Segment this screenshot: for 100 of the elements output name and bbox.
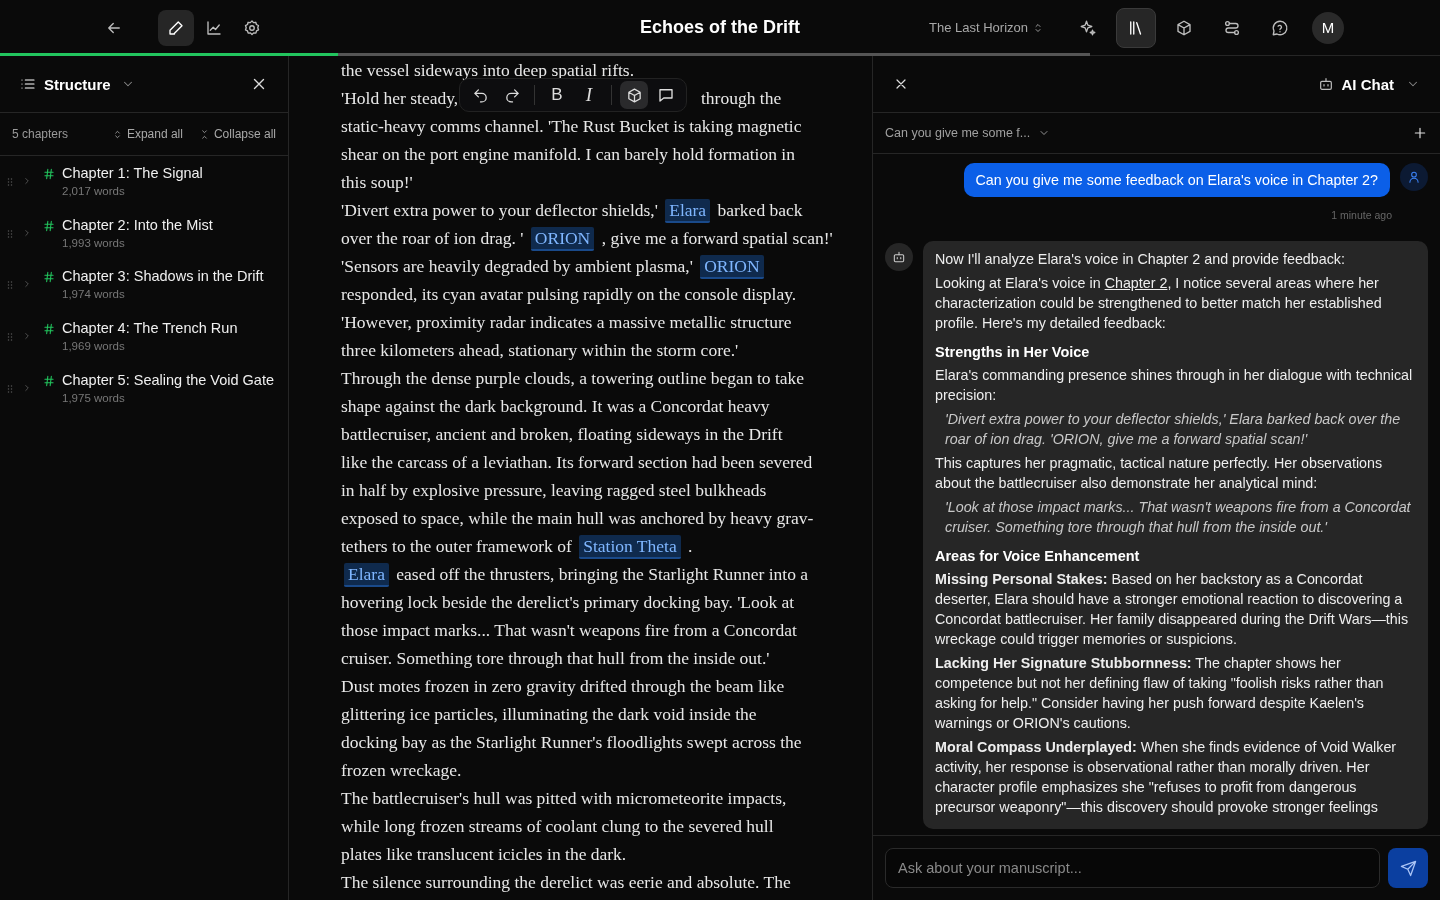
chapter-title[interactable]: Chapter 2: Into the Mist — [62, 216, 213, 233]
sparkle-icon — [1079, 18, 1097, 37]
user-icon — [1407, 170, 1421, 184]
manuscript-text: 'However, proximity radar indicates a massive metallic structure — [341, 312, 792, 332]
speech-bubble-icon — [657, 86, 675, 104]
undo-icon — [471, 86, 489, 104]
chapter-link[interactable]: Chapter 2 — [1104, 275, 1168, 291]
project-selector[interactable]: The Last Horizon — [929, 20, 1044, 35]
manuscript-text: docking bay as the Starlight Runner's floodlights swept across the — [341, 732, 802, 752]
chapter-title[interactable]: Chapter 1: The Signal — [62, 165, 203, 181]
manuscript-text: shear on the port engine manifold. I can barely hold formation in — [341, 144, 795, 164]
manuscript-text: three kilometers ahead, stationary within the storm core.' — [341, 340, 739, 360]
manuscript-text: The silence surrounding the derelict was eerie and absolute. The — [341, 872, 791, 892]
pencil-button[interactable] — [158, 9, 194, 46]
message-text: Missing Personal Stakes: Based on her backstory as a Concordat deserter, Elara should have a stronger emotional reaction to discovering a Concordat battlecruiser. Her family disappeared during the Drift Wars—this wreckage could trigger memories or suspicions. — [935, 570, 1410, 649]
user-avatar[interactable]: M — [1312, 11, 1344, 44]
robot-icon — [892, 250, 906, 264]
italic-button[interactable]: I — [575, 81, 603, 109]
settings-icon — [243, 18, 261, 37]
manuscript-text: hovering lock beside the derelict's primary docking bay. 'Look at — [341, 592, 795, 612]
structure-dropdown[interactable]: Structure — [20, 75, 135, 93]
word-count: 1,969 words — [62, 340, 126, 353]
chat-mode-dropdown[interactable]: AI Chat — [1317, 75, 1420, 93]
manuscript-text: tethers to the outer framework of — [341, 536, 572, 556]
manuscript-text: 'Sensors are heavily degraded by ambient plasma,' — [341, 256, 693, 276]
cube-icon — [1175, 18, 1193, 37]
manuscript-text: while long frozen streams of coolant clung to the severed hull — [341, 816, 774, 836]
message-text: This captures her pragmatic, tactical nature perfectly. Her observations about the battlecruiser also demonstrate her analytical mind: — [935, 454, 1384, 493]
manuscript-text: the vessel sideways into deep spatial rifts. — [341, 60, 635, 80]
hash-icon — [42, 373, 56, 388]
quoted-text: 'Look at those impact marks... That wasn't weapons fire from a Concordat cruiser. Something tore through that hull from the inside out.' — [945, 498, 1412, 537]
character-mention[interactable]: Station Theta — [579, 535, 681, 559]
chart-icon — [205, 18, 223, 37]
manuscript-text: static-heavy comms channel. 'The Rust Bucket is taking magnetic — [341, 116, 802, 136]
send-button[interactable] — [1388, 848, 1428, 888]
message-text: Elara's commanding presence shines through in her dialogue with technical precision: — [935, 366, 1414, 405]
section-heading: Strengths in Her Voice — [935, 343, 1091, 362]
chapter-title[interactable]: Chapter 4: The Trench Run — [62, 320, 238, 337]
manuscript-text: . — [688, 536, 693, 556]
character-mention[interactable]: ORION — [700, 255, 764, 279]
chat-input-field[interactable]: Ask about your manuscript... — [885, 848, 1380, 888]
conversation-dropdown[interactable]: Can you give me some f... — [885, 126, 1051, 140]
send-icon — [1399, 859, 1417, 877]
message-text: Looking at Elara's voice in Chapter 2, I notice several areas where her characterization could be strengthened to better match her established profile. Here's my detailed feedback: — [935, 274, 1383, 333]
manuscript-text: in half by explosive pressure, leaving ragged steel bulkheads — [341, 480, 767, 500]
manuscript-text: responded, its cyan avatar pulsing rapidly on the console display. — [341, 284, 797, 304]
chevron-updown-icon — [1032, 21, 1044, 34]
new-chat-button[interactable] — [1412, 125, 1428, 141]
manuscript-text: over the roar of ion drag. ' — [341, 228, 524, 248]
message-text: Moral Compass Underplayed: When she finds evidence of Void Walker activity, her response is observational rather than morally driven. Her character profile emphasizes she "refuses to profit from dangerous precursor weaponry"—this discovery should provoke stronger feelings — [935, 738, 1398, 817]
chapter-title[interactable]: Chapter 5: Sealing the Void Gate — [62, 371, 274, 388]
help-icon — [1271, 18, 1289, 37]
manuscript-text: Through the dense purple clouds, a towering outline began to take — [341, 368, 805, 388]
manuscript-text: through the — [701, 87, 782, 110]
route-icon — [1223, 18, 1241, 37]
manuscript-text: The battlecruiser's hull was pitted with micrometeorite impacts, — [341, 788, 787, 808]
word-count: 2,017 words — [62, 185, 126, 197]
plus-icon — [1412, 125, 1428, 141]
message-text: Now I'll analyze Elara's voice in Chapter 2 and provide feedback: — [935, 250, 1346, 269]
message-text: Lacking Her Signature Stubbornness: The chapter shows her competence but not her defining flaw of taking "foolish risks rather than asking for help." Consider having her push forward despite Kaelen's warnings or ORION's cautions. — [935, 654, 1385, 733]
collapse-all-button[interactable]: Collapse all — [198, 127, 276, 141]
redo-icon — [503, 86, 521, 104]
timestamp: 1 minute ago — [1330, 208, 1392, 223]
manuscript-text: Dust motes frozen in zero gravity drifted through the beam like — [341, 676, 785, 696]
character-mention[interactable]: ORION — [530, 227, 595, 251]
manuscript-text: like the carcass of a leviathan. Its forward section had been severed — [341, 452, 813, 472]
chevron-right-icon — [22, 176, 32, 186]
hash-icon — [42, 270, 56, 285]
pencil-icon — [167, 18, 185, 37]
window-title: Echoes of the Drift — [640, 17, 800, 38]
hash-icon — [42, 167, 56, 181]
books-button[interactable] — [1116, 7, 1156, 48]
section-heading: Areas for Voice Enhancement — [935, 547, 1141, 566]
manuscript-text: this soup!' — [341, 172, 413, 192]
manuscript-text: barked back — [717, 200, 803, 220]
word-count: 1,993 words — [62, 236, 126, 249]
chapter-count: 5 chapters — [12, 127, 69, 141]
chevron-right-icon — [22, 382, 32, 393]
manuscript-text: frozen wreckage. — [341, 760, 462, 780]
chapter-title[interactable]: Chapter 3: Shadows in the Drift — [62, 268, 264, 285]
word-count: 1,974 words — [62, 288, 126, 301]
word-count: 1,975 words — [62, 391, 126, 404]
expand-all-button[interactable]: Expand all — [111, 127, 183, 141]
manuscript-text: 'Hold her steady, — [341, 88, 459, 108]
user-message: Can you give me some feedback on Elara's voice in Chapter 2? — [963, 163, 1390, 197]
quoted-text: 'Divert extra power to your deflector shields,' Elara barked back over the roar of ion drag. 'ORION, give me a forward spatial scan!' — [945, 410, 1402, 449]
character-mention[interactable]: Elara — [344, 563, 389, 587]
hash-icon — [42, 322, 56, 337]
robot-icon — [1317, 76, 1334, 92]
chevron-right-icon — [22, 279, 32, 290]
bold-button[interactable]: B — [543, 81, 571, 109]
manuscript-text: those impact marks... That wasn't weapons fire from a Concordat — [341, 620, 797, 640]
manuscript-text: 'Divert extra power to your deflector shields,' — [341, 200, 658, 220]
hash-icon — [42, 218, 56, 233]
manuscript-text: , give me a forward spatial scan!' — [601, 228, 833, 248]
entity-button[interactable] — [620, 81, 648, 109]
chevron-right-icon — [22, 331, 32, 342]
manuscript-text: cruiser. Something tore through that hull from the inside out.' — [341, 648, 770, 668]
character-mention[interactable]: Elara — [665, 199, 711, 223]
manuscript-text: shape against the dark background. It was a Concordat heavy — [341, 396, 770, 416]
